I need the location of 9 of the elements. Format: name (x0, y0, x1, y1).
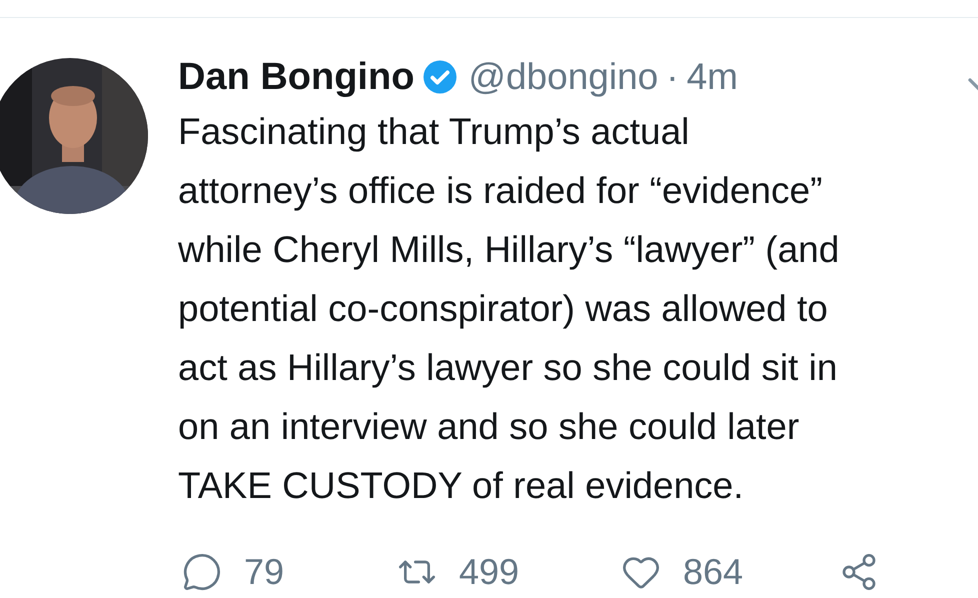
action-count: 499 (459, 550, 520, 594)
author-name[interactable]: Dan Bongino (178, 48, 414, 106)
tweet-time: 4m (686, 55, 738, 100)
author-handle[interactable]: @dbongino (468, 49, 658, 105)
action-count: 864 (683, 550, 744, 594)
tweet-text: Fascinating that Trump’s actual attorney’s office is raided for “evidence” while Cheryl Mills, Hillary’s “lawyer” (and potential co-conspirator) was allowed to act as Hillary’s lawyer so she could sit in on an interview and so she could later TAKE CUSTODY of real evidence. (178, 110, 840, 508)
separator-dot: · (666, 55, 679, 100)
speech-bubble-icon[interactable] (182, 552, 222, 592)
action-count: 79 (244, 550, 284, 594)
